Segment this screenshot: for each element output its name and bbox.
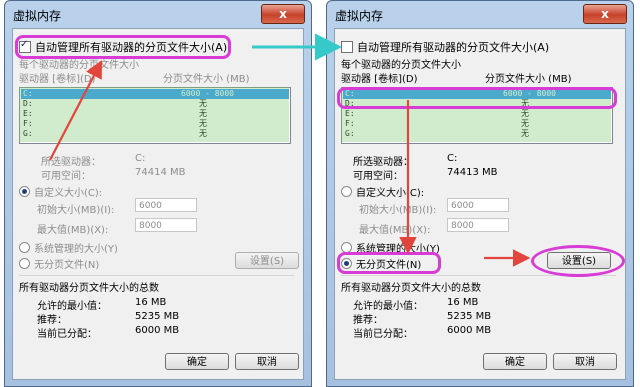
system-managed-radio[interactable] xyxy=(19,242,30,253)
no-paging-option[interactable]: 无分页文件(N) xyxy=(19,256,99,271)
custom-size-radio[interactable] xyxy=(19,186,30,197)
auto-manage-checkbox[interactable] xyxy=(341,41,353,53)
virtual-memory-dialog-before: 虚拟内存 x 自动管理所有驱动器的分页文件大小(A) 每个驱动器的分页文件大小 … xyxy=(4,0,312,387)
recommended-value: 5235 MB xyxy=(447,311,492,322)
system-managed-label: 系统管理的大小(Y) xyxy=(356,244,440,255)
custom-size-label: 自定义大小(C): xyxy=(356,188,425,199)
no-paging-label: 无分页文件(N) xyxy=(356,260,422,271)
system-managed-label: 系统管理的大小(Y) xyxy=(34,244,118,255)
max-size-label: 最大值(MB)(X): xyxy=(37,225,109,236)
auto-manage-option[interactable]: 自动管理所有驱动器的分页文件大小(A) xyxy=(341,39,549,55)
virtual-memory-dialog-after: 虚拟内存 x 自动管理所有驱动器的分页文件大小(A) 每个驱动器的分页文件大小 … xyxy=(326,0,634,387)
set-button[interactable]: 设置(S) xyxy=(547,252,611,269)
ok-button[interactable]: 确定 xyxy=(483,353,547,370)
max-size-label: 最大值(MB)(X): xyxy=(359,225,431,236)
title-bar: 虚拟内存 x xyxy=(5,1,311,28)
drive-row[interactable]: E: 无 xyxy=(21,109,289,119)
custom-size-label: 自定义大小(C): xyxy=(34,188,103,199)
drive-row[interactable]: D: 无 xyxy=(343,99,611,109)
free-space-value: 74413 MB xyxy=(447,167,498,178)
per-drive-group-label: 每个驱动器的分页文件大小 xyxy=(341,60,461,71)
cancel-button[interactable]: 取消 xyxy=(553,353,617,370)
title-bar: 虚拟内存 x xyxy=(327,1,633,28)
system-managed-option[interactable]: 系统管理的大小(Y) xyxy=(19,240,118,255)
drive-row[interactable]: E: 无 xyxy=(343,109,611,119)
min-allowed-value: 16 MB xyxy=(447,297,479,308)
dialog-body: 自动管理所有驱动器的分页文件大小(A) 每个驱动器的分页文件大小 驱动器 [卷标… xyxy=(334,28,626,380)
set-button[interactable]: 设置(S) xyxy=(235,252,299,269)
total-group-label: 所有驱动器分页文件大小的总数 xyxy=(341,283,481,294)
selected-drive-label: 所选驱动器： xyxy=(41,157,101,168)
selected-drive-value: C: xyxy=(135,153,146,164)
min-allowed-value: 16 MB xyxy=(135,297,167,308)
free-space-label: 可用空间： xyxy=(353,171,403,182)
column-drive-header: 驱动器 [卷标](D) xyxy=(19,74,96,85)
drive-row[interactable]: C: 6000 - 8000 xyxy=(21,89,289,99)
selected-drive-value: C: xyxy=(447,153,458,164)
column-size-header: 分页文件大小 (MB) xyxy=(163,74,250,85)
max-size-input[interactable]: 8000 xyxy=(447,218,509,232)
divider xyxy=(19,275,294,276)
drive-list[interactable]: C: 6000 - 8000 D: 无 E: 无 F: 无 G: 无 xyxy=(341,87,613,144)
custom-size-radio[interactable] xyxy=(341,186,352,197)
custom-size-option[interactable]: 自定义大小(C): xyxy=(341,184,424,199)
recommended-label: 推荐： xyxy=(37,315,67,326)
initial-size-label: 初始大小(MB)(I): xyxy=(37,205,115,216)
current-allocated-label: 当前已分配： xyxy=(37,329,97,340)
drive-row[interactable]: F: 无 xyxy=(21,119,289,129)
max-size-input[interactable]: 8000 xyxy=(135,218,197,232)
divider xyxy=(341,275,616,276)
current-allocated-label: 当前已分配： xyxy=(353,329,413,340)
initial-size-label: 初始大小(MB)(I): xyxy=(359,205,437,216)
current-allocated-value: 6000 MB xyxy=(135,325,180,336)
drive-list[interactable]: C: 6000 - 8000 D: 无 E: 无 F: 无 G: 无 xyxy=(19,87,291,144)
column-drive-header: 驱动器 [卷标](D) xyxy=(341,74,418,85)
free-space-value: 74414 MB xyxy=(135,167,186,178)
recommended-label: 推荐： xyxy=(353,315,383,326)
dialog-title: 虚拟内存 xyxy=(335,9,384,23)
no-paging-radio[interactable] xyxy=(341,258,352,269)
drive-row[interactable]: D: 无 xyxy=(21,99,289,109)
initial-size-input[interactable]: 6000 xyxy=(135,198,197,212)
drive-row[interactable]: G: 无 xyxy=(343,129,611,139)
close-button[interactable]: x xyxy=(583,4,627,24)
dialog-title: 虚拟内存 xyxy=(13,9,62,23)
recommended-value: 5235 MB xyxy=(135,311,180,322)
auto-manage-label: 自动管理所有驱动器的分页文件大小(A) xyxy=(357,41,550,54)
drive-row[interactable]: F: 无 xyxy=(343,119,611,129)
drive-row[interactable]: C: 6000 - 8000 xyxy=(343,89,611,99)
auto-manage-option[interactable]: 自动管理所有驱动器的分页文件大小(A) xyxy=(19,39,227,55)
auto-manage-label: 自动管理所有驱动器的分页文件大小(A) xyxy=(35,41,228,54)
drive-row[interactable]: G: 无 xyxy=(21,129,289,139)
auto-manage-checkbox[interactable] xyxy=(19,39,31,53)
column-size-header: 分页文件大小 (MB) xyxy=(485,74,572,85)
total-group-label: 所有驱动器分页文件大小的总数 xyxy=(19,283,159,294)
selected-drive-label: 所选驱动器： xyxy=(353,157,413,168)
system-managed-option[interactable]: 系统管理的大小(Y) xyxy=(341,240,440,255)
free-space-label: 可用空间： xyxy=(41,171,91,182)
no-paging-label: 无分页文件(N) xyxy=(34,260,100,271)
no-paging-radio[interactable] xyxy=(19,258,30,269)
custom-size-option[interactable]: 自定义大小(C): xyxy=(19,184,102,199)
current-allocated-value: 6000 MB xyxy=(447,325,492,336)
close-button[interactable]: x xyxy=(261,4,305,24)
dialog-body: 自动管理所有驱动器的分页文件大小(A) 每个驱动器的分页文件大小 驱动器 [卷标… xyxy=(12,28,304,380)
ok-button[interactable]: 确定 xyxy=(165,353,229,370)
no-paging-option[interactable]: 无分页文件(N) xyxy=(341,256,421,271)
min-allowed-label: 允许的最小值： xyxy=(37,301,107,312)
cancel-button[interactable]: 取消 xyxy=(235,353,299,370)
initial-size-input[interactable]: 6000 xyxy=(447,198,509,212)
min-allowed-label: 允许的最小值： xyxy=(353,301,423,312)
per-drive-group-label: 每个驱动器的分页文件大小 xyxy=(19,60,139,71)
system-managed-radio[interactable] xyxy=(341,242,352,253)
